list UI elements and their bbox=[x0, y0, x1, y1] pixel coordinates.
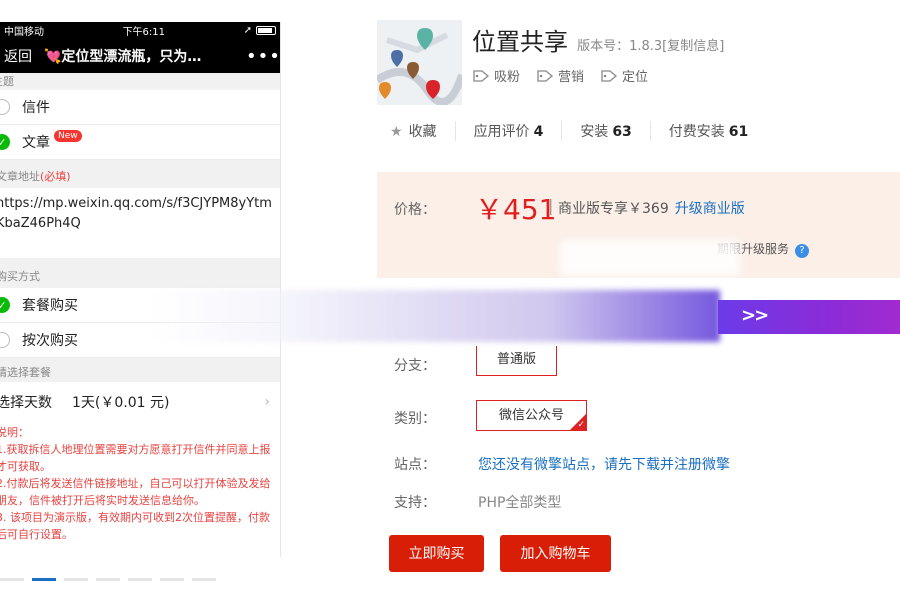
category-label: 类别： bbox=[394, 411, 436, 427]
tag-icon bbox=[537, 69, 554, 82]
rating-label: 应用评价 bbox=[473, 124, 530, 140]
option-article[interactable]: ✓ 文章 New bbox=[0, 125, 280, 160]
version-info[interactable]: 版本号：1.8.3[复制信息] bbox=[577, 39, 724, 54]
status-bar: 中国移动 下午6:11 ➚ bbox=[0, 22, 280, 39]
favorite-label: 收藏 bbox=[408, 124, 437, 140]
radio-unchecked-icon[interactable] bbox=[0, 99, 10, 115]
days-label: 选择天数 bbox=[0, 395, 52, 411]
price-label: 价格： bbox=[394, 202, 436, 218]
favorite-button[interactable]: ★ 收藏 bbox=[390, 121, 455, 141]
paid-install-label: 付费安装 bbox=[668, 124, 725, 140]
product-page: 中国移动 下午6:11 ➚ 返回 💘定位型漂流瓶，只为… ••• 主题 信件 ✓… bbox=[0, 0, 900, 600]
tag-label: 定位 bbox=[622, 70, 649, 85]
rating-stat[interactable]: 应用评价 4 bbox=[454, 121, 562, 141]
days-value: 1天(￥0.01 元) bbox=[72, 395, 170, 411]
paid-install-value: 61 bbox=[728, 124, 749, 140]
paid-install-stat: 付费安装 61 bbox=[649, 121, 766, 141]
business-price: 商业版专享￥369 升级商业版 bbox=[558, 198, 745, 218]
option-label: 按次购买 bbox=[22, 333, 78, 349]
carousel-dot[interactable] bbox=[96, 578, 120, 581]
carousel-dot[interactable] bbox=[0, 578, 24, 581]
tag-list: 吸粉 营销 定位 bbox=[472, 66, 648, 85]
tag-label: 吸粉 bbox=[494, 70, 521, 85]
radio-checked-icon[interactable]: ✓ bbox=[0, 134, 10, 150]
site-register-link[interactable]: 您还没有微擎站点，请先下载并注册微擎 bbox=[478, 454, 730, 474]
edition-label: 分支： bbox=[394, 358, 436, 374]
product-thumbnail bbox=[377, 20, 462, 105]
option-label: 套餐购买 bbox=[22, 298, 78, 314]
url-field[interactable]: https://mp.weixin.qq.com/s/f3CJYPM8yYtmK… bbox=[0, 188, 280, 258]
install-value: 63 bbox=[612, 124, 632, 140]
status-icons: ➚ bbox=[244, 25, 276, 36]
business-price-text: 商业版专享￥369 bbox=[558, 201, 669, 217]
package-label: 请选择套餐 bbox=[0, 366, 51, 379]
motion-blur-streak bbox=[150, 290, 720, 342]
notes-line: 3. 该项目为演示版，有效期内可收到2次位置提醒，付款后可自行设置。 bbox=[0, 511, 270, 541]
carousel-dots[interactable] bbox=[0, 578, 216, 581]
rating-value: 4 bbox=[533, 124, 544, 140]
carrier-label: 中国移动 bbox=[4, 27, 44, 38]
purchase-label: 购买方式 bbox=[0, 270, 40, 283]
notes-line: 1.获取拆信人地理位置需要对方愿意打开信件并同意上报才可获取。 bbox=[0, 443, 271, 473]
carousel-dot-active[interactable] bbox=[32, 578, 56, 581]
carousel-dot[interactable] bbox=[192, 578, 216, 581]
install-stat: 安装 63 bbox=[561, 121, 649, 141]
tag-label: 营销 bbox=[558, 70, 585, 85]
map-pin-icon bbox=[377, 20, 462, 105]
site-label: 站点： bbox=[394, 457, 436, 473]
notes-title: 说明： bbox=[0, 426, 29, 439]
category-option[interactable]: 微信公众号 ✓ bbox=[476, 400, 587, 431]
clock-label: 下午6:11 bbox=[122, 27, 166, 38]
page-title: 💘定位型漂流瓶，只为… bbox=[44, 49, 202, 65]
product-title: 位置共享 bbox=[472, 28, 568, 56]
product-heading: 位置共享 版本号：1.8.3[复制信息] bbox=[472, 22, 724, 57]
tag-icon bbox=[473, 69, 490, 82]
notes-line: 2.付款后将发送信件链接地址，自己可以打开体验及发给朋友，信件被打开后将实时发送… bbox=[0, 477, 271, 507]
check-icon: ✓ bbox=[577, 420, 585, 430]
price-separator: | bbox=[548, 196, 554, 215]
radio-checked-icon[interactable]: ✓ bbox=[0, 297, 10, 313]
option-label: 文章 bbox=[22, 135, 50, 151]
carousel-dot[interactable] bbox=[128, 578, 152, 581]
stats-bar: ★ 收藏 应用评价 4 安装 63 付费安装 61 bbox=[390, 121, 766, 141]
carousel-dot[interactable] bbox=[64, 578, 88, 581]
tag-icon bbox=[601, 69, 618, 82]
wechat-header: 返回 💘定位型漂流瓶，只为… ••• bbox=[0, 39, 280, 73]
new-badge: New bbox=[54, 130, 82, 142]
support-label: 支持： bbox=[394, 495, 436, 511]
option-label: 信件 bbox=[22, 100, 50, 116]
tag-item[interactable]: 吸粉 bbox=[472, 66, 520, 85]
location-icon: ➚ bbox=[243, 25, 252, 36]
carousel-dot[interactable] bbox=[160, 578, 184, 581]
required-mark: (必填) bbox=[40, 170, 71, 183]
help-icon[interactable]: ? bbox=[795, 244, 810, 258]
more-icon[interactable]: ••• bbox=[246, 46, 280, 67]
upgrade-business-link[interactable]: 升级商业版 bbox=[675, 201, 745, 217]
buy-now-button[interactable]: 立即购买 bbox=[389, 535, 484, 572]
price-value: ￥451 bbox=[475, 193, 557, 226]
install-label: 安装 bbox=[580, 124, 609, 140]
support-value: PHP全部类型 bbox=[478, 495, 562, 511]
url-label-text: 文章地址 bbox=[0, 170, 40, 183]
star-icon: ★ bbox=[390, 124, 403, 140]
tag-item[interactable]: 营销 bbox=[536, 66, 584, 85]
url-label: 文章地址(必填) bbox=[0, 160, 280, 188]
motion-blur bbox=[560, 240, 740, 276]
battery-icon bbox=[255, 26, 276, 35]
chevron-right-icon: › bbox=[264, 394, 270, 410]
edition-option[interactable]: 普通版 bbox=[476, 346, 557, 376]
edition-value: 普通版 bbox=[496, 352, 536, 367]
add-to-cart-button[interactable]: 加入购物车 bbox=[500, 535, 611, 572]
radio-unchecked-icon[interactable] bbox=[0, 332, 10, 348]
back-button[interactable]: 返回 bbox=[4, 46, 44, 66]
category-value: 微信公众号 bbox=[498, 408, 564, 423]
notes: 说明： 1.获取拆信人地理位置需要对方愿意打开信件并同意上报才可获取。 2.付款… bbox=[0, 422, 280, 557]
double-chevron-icon[interactable]: >> bbox=[741, 305, 769, 326]
tag-item[interactable]: 定位 bbox=[600, 66, 648, 85]
subject-label: 主题 bbox=[0, 75, 14, 88]
days-selector[interactable]: 选择天数 1天(￥0.01 元) › bbox=[0, 382, 280, 422]
option-letter[interactable]: 信件 bbox=[0, 90, 280, 125]
